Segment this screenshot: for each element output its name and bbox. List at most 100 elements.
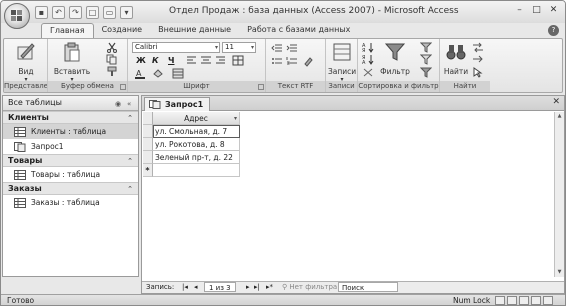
selection-filter-icon[interactable]	[420, 42, 432, 53]
view-button[interactable]: Вид ▾	[10, 41, 42, 83]
align-right-icon[interactable]	[214, 55, 226, 66]
collapse-icon[interactable]: ⌃	[127, 183, 133, 195]
maximize-icon[interactable]: □	[529, 4, 544, 17]
row-selector[interactable]	[143, 125, 153, 138]
collapse-icon[interactable]: ⌃	[127, 112, 133, 124]
collapse-icon[interactable]: ⌃	[127, 155, 133, 167]
toggle-filter-icon[interactable]	[420, 67, 432, 78]
nav-item-clients-table[interactable]: Клиенты : таблица	[3, 124, 138, 139]
replace-icon[interactable]	[472, 42, 484, 53]
format-painter-icon[interactable]	[106, 66, 118, 77]
pivottable-view-icon[interactable]	[507, 296, 517, 305]
fill-color-icon[interactable]	[152, 68, 164, 79]
paste-button[interactable]: Вставить ▾	[52, 41, 92, 83]
new-icon[interactable]: □	[86, 5, 99, 19]
close-icon[interactable]: ✕	[546, 4, 561, 17]
cut-icon[interactable]	[106, 42, 118, 53]
views-group: Вид ▾ Представления	[4, 39, 48, 92]
no-filter-indicator[interactable]: ⚲ Нет фильтра	[282, 282, 337, 293]
clipboard-group: Вставить ▾ Буфер обмена	[48, 39, 128, 92]
nav-menu-icon[interactable]: ◉	[115, 97, 121, 111]
font-family-select[interactable]: Calibri ▾	[132, 42, 220, 53]
numbering-icon[interactable]	[286, 56, 298, 67]
row-selector[interactable]	[143, 151, 153, 164]
shutter-bar-icon[interactable]: «	[127, 97, 131, 111]
next-record-icon[interactable]: ▸	[246, 282, 250, 293]
new-record-cell[interactable]	[153, 164, 240, 177]
decrease-indent-icon[interactable]	[271, 43, 283, 54]
gridlines-icon[interactable]	[232, 55, 244, 66]
advanced-filter-icon[interactable]	[420, 54, 432, 65]
tab-home[interactable]: Главная	[41, 23, 94, 38]
underline-button[interactable]: Ч	[168, 56, 174, 66]
last-record-icon[interactable]: ▸|	[254, 282, 260, 293]
select-icon[interactable]	[472, 67, 484, 78]
records-button[interactable]: Записи ▾	[328, 41, 356, 83]
search-input[interactable]: Поиск	[338, 282, 398, 292]
filter-button[interactable]: Фильтр	[378, 41, 412, 76]
undo-icon[interactable]: ↶	[52, 5, 65, 19]
find-button[interactable]: Найти	[442, 41, 470, 76]
first-record-icon[interactable]: |◂	[182, 282, 188, 293]
copy-icon[interactable]	[106, 54, 118, 65]
redo-icon[interactable]: ↷	[69, 5, 82, 19]
open-icon[interactable]: ▭	[103, 5, 116, 19]
font-launcher-icon[interactable]	[258, 84, 264, 90]
datasheet-view-icon[interactable]	[495, 296, 505, 305]
sort-ascending-icon[interactable]: AЯ	[362, 42, 374, 53]
align-left-icon[interactable]	[186, 55, 198, 66]
scroll-up-icon[interactable]: ▲	[555, 112, 564, 121]
nav-group-orders[interactable]: Заказы ⌃	[3, 182, 138, 195]
align-center-icon[interactable]	[200, 55, 212, 66]
office-button[interactable]	[4, 3, 30, 29]
new-record-marker[interactable]: *	[143, 164, 153, 177]
tab-database-tools[interactable]: Работа с базами данных	[239, 23, 358, 38]
ribbon-tabs: Главная Создание Внешние данные Работа с…	[41, 23, 358, 38]
goto-icon[interactable]	[472, 54, 484, 65]
pivotchart-view-icon[interactable]	[519, 296, 529, 305]
bold-button[interactable]: Ж	[136, 56, 146, 66]
font-group-label: Шрифт	[128, 81, 265, 92]
font-color-icon[interactable]: A	[134, 68, 146, 79]
previous-record-icon[interactable]: ◂	[194, 282, 198, 293]
help-icon[interactable]: ?	[548, 25, 559, 36]
bullets-icon[interactable]	[271, 56, 283, 67]
clipboard-launcher-icon[interactable]	[120, 84, 126, 90]
vertical-scrollbar[interactable]: ▲ ▼	[554, 112, 564, 277]
column-header-address[interactable]: Адрес ▾	[153, 112, 240, 125]
nav-item-products-table[interactable]: Товары : таблица	[3, 167, 138, 182]
tab-external-data[interactable]: Внешние данные	[150, 23, 239, 38]
table-cell[interactable]: Зеленый пр-т, д. 22	[153, 151, 240, 164]
close-document-icon[interactable]: ✕	[552, 97, 560, 107]
clear-sort-icon[interactable]	[362, 67, 374, 78]
sql-view-icon[interactable]	[531, 296, 541, 305]
new-record-icon[interactable]: ▸*	[266, 282, 273, 293]
chevron-down-icon[interactable]: ▾	[234, 112, 237, 124]
save-icon[interactable]: ▪	[35, 5, 48, 19]
alternate-fill-icon[interactable]	[172, 68, 184, 79]
table-cell[interactable]: ул. Рокотова, д. 8	[153, 138, 240, 151]
select-all-cell[interactable]	[143, 112, 153, 125]
design-view-icon[interactable]	[543, 296, 553, 305]
highlight-icon[interactable]	[302, 56, 314, 67]
nav-header[interactable]: Все таблицы ◉ «	[3, 96, 138, 111]
tab-create[interactable]: Создание	[94, 23, 151, 38]
minimize-icon[interactable]: –	[512, 4, 527, 17]
sort-descending-icon[interactable]: ЯA	[362, 54, 374, 65]
customize-icon[interactable]: ▾	[120, 5, 133, 19]
font-size-select[interactable]: 11 ▾	[222, 42, 256, 53]
navigation-pane: Все таблицы ◉ « Клиенты ⌃ Клиенты : табл…	[2, 95, 139, 277]
access-window: ▪ ↶ ↷ □ ▭ ▾ Отдел Продаж : база данных (…	[0, 0, 566, 306]
nav-item-query1[interactable]: Запрос1	[3, 139, 138, 154]
nav-group-products[interactable]: Товары ⌃	[3, 154, 138, 167]
scroll-down-icon[interactable]: ▼	[555, 268, 564, 277]
record-position-field[interactable]: 1 из 3	[204, 282, 236, 292]
nav-group-clients[interactable]: Клиенты ⌃	[3, 111, 138, 124]
table-cell[interactable]: ул. Смольная, д. 7	[153, 125, 240, 138]
nav-item-orders-table[interactable]: Заказы : таблица	[3, 195, 138, 210]
row-selector[interactable]	[143, 138, 153, 151]
increase-indent-icon[interactable]	[286, 43, 298, 54]
tab-query1[interactable]: Запрос1	[144, 97, 211, 111]
records-icon	[333, 43, 351, 61]
italic-button[interactable]: К	[152, 56, 159, 66]
